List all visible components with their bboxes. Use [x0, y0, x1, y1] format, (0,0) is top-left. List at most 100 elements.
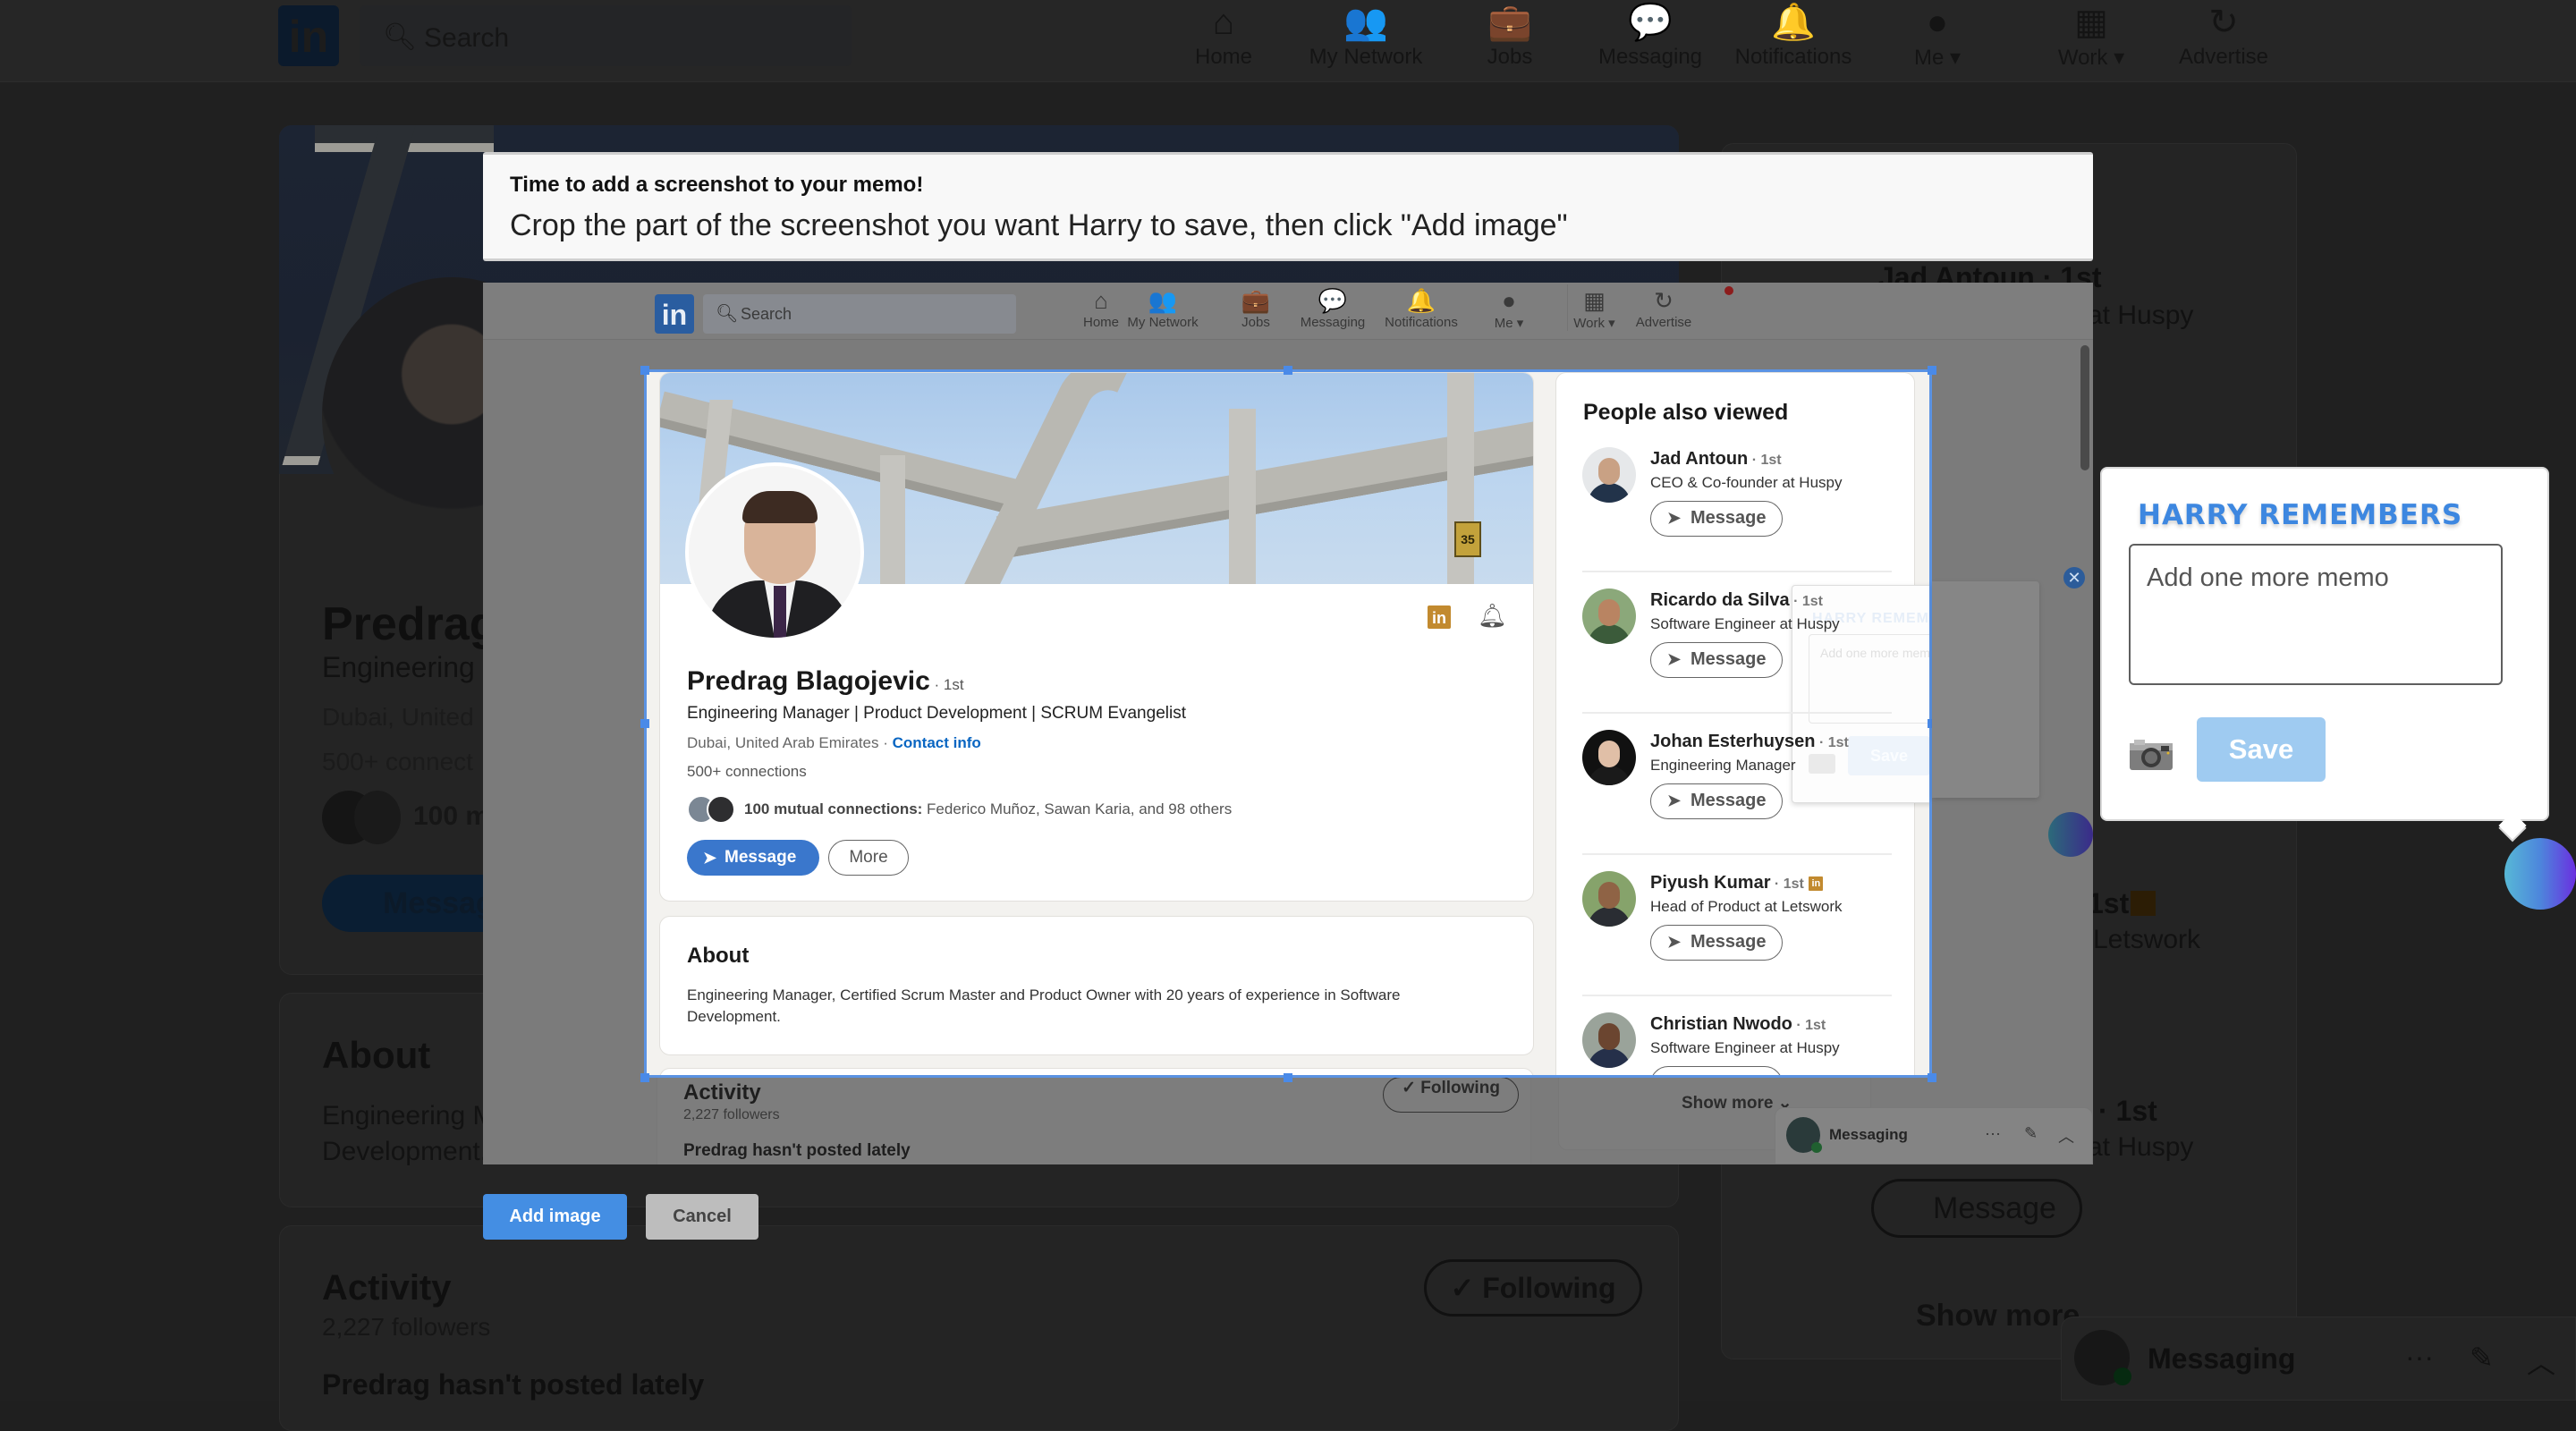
- screenshot-search: 🔍︎ Search: [703, 294, 1016, 334]
- person-name[interactable]: Johan Esterhuysen · 1st: [1650, 732, 1849, 752]
- person-message-button[interactable]: ➤Message: [1650, 1066, 1783, 1075]
- bell-icon: 🔔: [1406, 287, 1436, 314]
- divider: [1582, 571, 1892, 572]
- crop-handle-bottom[interactable]: [1284, 1073, 1292, 1082]
- notification-badge: [1724, 286, 1733, 295]
- person-message-button[interactable]: ➤Message: [1650, 783, 1783, 819]
- screenshot-navbar: in 🔍︎ Search ⌂ Home 👥 My Network 💼 Jobs 💬 Me…: [483, 283, 2093, 340]
- mutual-connections[interactable]: 100 mutual connections: Federico Muñoz, …: [744, 800, 1232, 818]
- nav-messaging[interactable]: 💬 Messaging: [1592, 0, 1708, 82]
- screenshot-nav-work: ▦ Work ▾: [1567, 284, 1621, 331]
- person-name[interactable]: Jad Antoun · 1st: [1650, 449, 1782, 470]
- compose-icon: ✎: [2024, 1124, 2038, 1142]
- background-messaging-bar[interactable]: Messaging ··· ✎ ︿: [2061, 1317, 2576, 1401]
- screenshot-crop-canvas[interactable]: in 🔍︎ Search ⌂ Home 👥 My Network 💼 Jobs 💬 Me…: [483, 283, 2093, 1164]
- nav-notifications[interactable]: 🔔 Notifications: [1726, 0, 1860, 82]
- screenshot-nav-messaging: 💬 Messaging: [1293, 284, 1372, 330]
- chevron-up-icon: ︿: [2058, 1128, 2074, 1146]
- chevron-up-icon[interactable]: ︿: [2527, 1341, 2555, 1382]
- bell-icon[interactable]: 🔔︎: [1478, 602, 1507, 630]
- advertise-icon: ↻: [2208, 3, 2239, 42]
- contact-info-link[interactable]: Contact info: [893, 734, 981, 751]
- screenshot-following-button: ✓ Following: [1383, 1077, 1519, 1113]
- profile-avatar[interactable]: [685, 462, 864, 641]
- nav-jobs[interactable]: 💼 Jobs: [1467, 0, 1553, 82]
- message-button[interactable]: ➤ Message: [687, 840, 819, 876]
- background-mutual-connections: 100 m: [413, 801, 490, 831]
- network-icon: 👥: [1343, 3, 1388, 42]
- person-message-button[interactable]: ➤Message: [1650, 642, 1783, 678]
- background-person-degree: · 1st: [2098, 1095, 2157, 1127]
- avatar-icon: ●: [1926, 3, 1949, 42]
- screenshot-nav-jobs: 💼 Jobs: [1229, 284, 1283, 330]
- person-message-button[interactable]: ➤Message: [1650, 501, 1783, 537]
- background-person-degree: 1st: [2088, 887, 2130, 919]
- person-avatar[interactable]: [1582, 447, 1636, 503]
- crop-handle-bottom-left[interactable]: [640, 1073, 649, 1082]
- background-following-button[interactable]: ✓ Following: [1424, 1259, 1642, 1317]
- background-about-text: Engineering M Development.: [322, 1101, 496, 1166]
- compose-icon[interactable]: ✎: [2470, 1341, 2494, 1375]
- person-avatar[interactable]: [1582, 1012, 1636, 1068]
- person-name[interactable]: Piyush Kumar · 1st in: [1650, 873, 1824, 893]
- harry-popup-title: HARRY REMEMBERS: [2138, 499, 2463, 531]
- person-message-button[interactable]: ➤Message: [1650, 925, 1783, 961]
- connection-degree: · 1st: [929, 676, 964, 693]
- nav-me[interactable]: ● Me ▾: [1902, 0, 1973, 82]
- nav-advertise[interactable]: ↻ Advertise: [2174, 0, 2274, 82]
- profile-name: Predrag Blagojevic · 1st: [687, 666, 964, 696]
- mutual-avatar: [354, 791, 401, 844]
- person-title: Engineering Manager: [1650, 757, 1796, 774]
- person-name[interactable]: Christian Nwodo · 1st: [1650, 1014, 1826, 1035]
- send-icon: ➤: [703, 849, 717, 867]
- crop-handle-bottom-right[interactable]: [1928, 1073, 1936, 1082]
- screenshot-harry-popup-dim: [1932, 581, 2039, 798]
- profile-headline: Engineering Manager | Product Developmen…: [687, 704, 1186, 723]
- background-profile-connections: 500+ connect: [322, 748, 473, 775]
- person-avatar[interactable]: [1582, 588, 1636, 644]
- search-icon: 🔍︎: [383, 22, 418, 52]
- background-search-input[interactable]: 🔍︎ Search: [360, 5, 852, 66]
- about-text: Engineering Manager, Certified Scrum Mas…: [687, 986, 1401, 1025]
- crop-handle-top-right[interactable]: [1928, 366, 1936, 375]
- background-navbar: in 🔍︎ Search ⌂ Home 👥 My Network 💼 Jobs 💬 Me…: [0, 0, 2576, 82]
- background-message-button[interactable]: Message: [1871, 1179, 2082, 1238]
- person-name[interactable]: Ricardo da Silva · 1st: [1650, 590, 1823, 611]
- linkedin-badge-icon: in: [1809, 876, 1824, 891]
- crop-handle-left[interactable]: [640, 719, 649, 728]
- grid-icon: ▦: [1583, 287, 1606, 314]
- chat-icon: 💬: [1628, 3, 1673, 42]
- background-activity-followers: 2,227 followers: [322, 1313, 491, 1341]
- memo-input[interactable]: [2129, 544, 2503, 685]
- save-button[interactable]: Save: [2197, 717, 2326, 782]
- nav-my-network[interactable]: 👥 My Network: [1299, 0, 1433, 82]
- background-profile-location: Dubai, United: [322, 703, 474, 731]
- linkedin-logo-icon[interactable]: in: [278, 5, 339, 66]
- profile-connections[interactable]: 500+ connections: [687, 763, 807, 781]
- background-about-heading: About: [322, 1034, 431, 1076]
- background-show-more[interactable]: Show more: [1916, 1299, 2080, 1334]
- connection-degree: · 1st: [1815, 735, 1849, 750]
- person-avatar[interactable]: [1582, 730, 1636, 785]
- person-list-item: Christian Nwodo · 1st Software Engineer a…: [1582, 1012, 1886, 1075]
- more-options-icon: ···: [1985, 1124, 2001, 1142]
- camera-icon[interactable]: [2129, 739, 2174, 771]
- screenshot-activity-status: Predrag hasn't posted lately: [683, 1141, 911, 1160]
- screenshot-about-card: About Engineering Manager, Certified Scr…: [659, 916, 1534, 1055]
- add-image-button[interactable]: Add image: [483, 1194, 627, 1240]
- more-button[interactable]: More: [828, 840, 909, 876]
- screenshot-messaging-bar: Messaging ··· ✎ ︿: [1775, 1107, 2093, 1164]
- crop-handle-top[interactable]: [1284, 366, 1292, 375]
- send-icon: ➤: [1667, 509, 1682, 527]
- crop-selection[interactable]: 35 in 🔔︎ Predrag Blagojevic · 1st Engine…: [644, 369, 1932, 1078]
- home-icon: ⌂: [1212, 3, 1235, 42]
- harry-orb-icon[interactable]: [2504, 838, 2576, 910]
- nav-home[interactable]: ⌂ Home: [1186, 0, 1261, 82]
- crop-handle-top-left[interactable]: [640, 366, 649, 375]
- nav-work[interactable]: ▦ Work ▾: [2048, 0, 2134, 82]
- person-avatar[interactable]: [1582, 871, 1636, 927]
- cancel-button[interactable]: Cancel: [646, 1194, 758, 1240]
- divider: [1582, 853, 1892, 855]
- more-options-icon[interactable]: ···: [2405, 1341, 2434, 1374]
- screenshot-profile-card: 35 in 🔔︎ Predrag Blagojevic · 1st Engine…: [659, 372, 1534, 902]
